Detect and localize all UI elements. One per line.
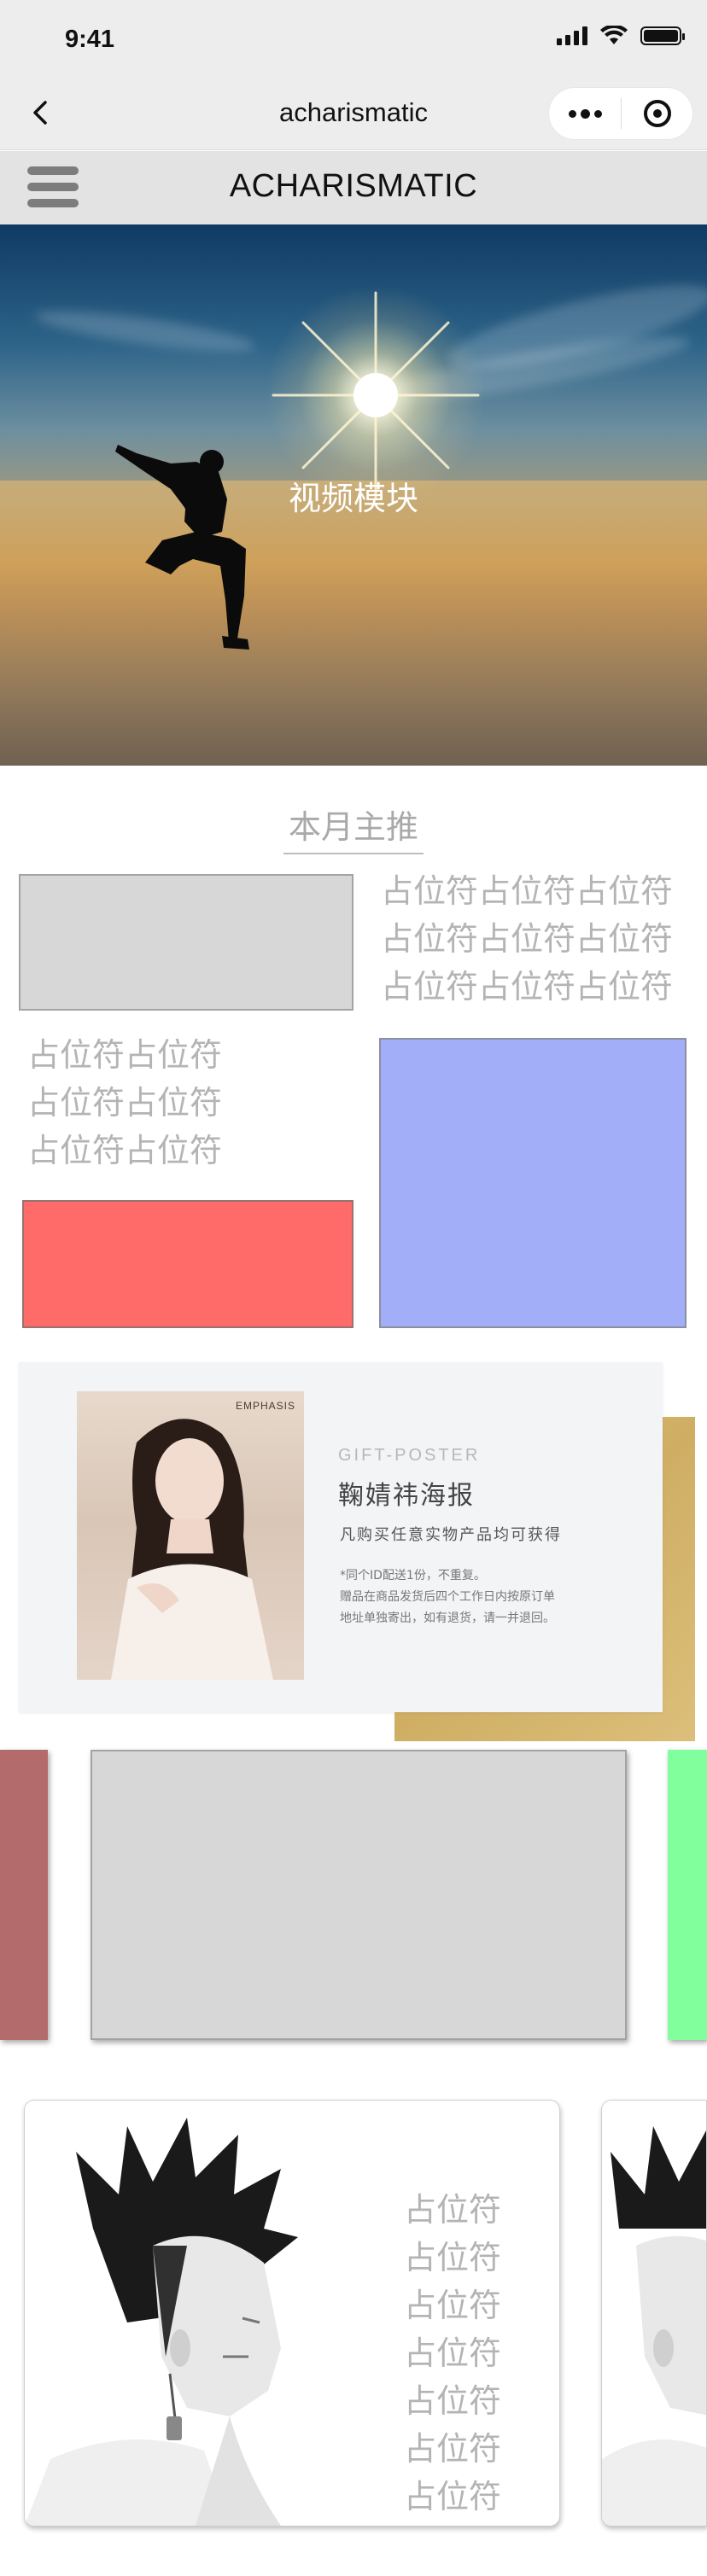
hero-video[interactable]: 视频模块 xyxy=(0,224,707,766)
placeholder-line: 占位符 xyxy=(404,2334,502,2372)
featured-red-box[interactable] xyxy=(22,1200,354,1328)
miniprogram-capsule xyxy=(548,87,693,140)
placeholder-line: 占位符 xyxy=(404,2287,502,2324)
skydiver-silhouette xyxy=(115,445,249,650)
status-bar: 9:41 xyxy=(0,0,707,77)
portrait-illustration xyxy=(25,2101,366,2526)
gift-poster-desc: 凡购买任意实物产品均可获得 xyxy=(340,1526,562,1544)
placeholder-line: 占位符占位符占位符 xyxy=(381,968,674,1005)
placeholder-line: 占位符占位符占位符 xyxy=(381,920,674,958)
profile-card-next[interactable] xyxy=(601,2100,707,2526)
placeholder-line: 占位符 xyxy=(404,2191,502,2229)
app-header: ACHARISMATIC xyxy=(0,151,707,224)
more-options-icon[interactable] xyxy=(549,88,621,139)
featured-image-placeholder[interactable] xyxy=(19,874,354,1011)
status-time: 9:41 xyxy=(65,26,115,53)
featured-text-left: 占位符占位符 占位符占位符 占位符占位符 xyxy=(27,1031,222,1174)
carousel-card-active[interactable] xyxy=(91,1750,627,2040)
profile-card-text: 占位符 占位符 占位符 占位符 占位符 占位符 占位符 xyxy=(404,2186,501,2521)
placeholder-line: 占位符 xyxy=(404,2382,502,2420)
placeholder-line: 占位符占位符 xyxy=(27,1084,223,1122)
portrait-illustration xyxy=(602,2101,706,2526)
featured-blue-box[interactable] xyxy=(379,1038,687,1328)
signal-icon xyxy=(557,26,587,45)
status-icons xyxy=(557,26,685,46)
placeholder-line: 占位符 xyxy=(404,2430,502,2468)
placeholder-line: 占位符 xyxy=(404,2239,502,2276)
wifi-icon xyxy=(600,26,628,44)
placeholder-line: 占位符占位符占位符 xyxy=(381,872,674,910)
nav-bar: acharismatic xyxy=(0,77,707,150)
section-title-text: 本月主推 xyxy=(283,801,424,854)
woman-portrait-illustration xyxy=(111,1419,273,1680)
gift-poster-label: GIFT-POSTER xyxy=(338,1446,481,1465)
featured-text-right: 占位符占位符占位符 占位符占位符占位符 占位符占位符占位符 xyxy=(381,867,673,1011)
note-line: 赠品在商品发货后四个工作日内按原订单 xyxy=(340,1590,555,1604)
carousel-card-prev[interactable] xyxy=(0,1750,48,2040)
note-line: *同个ID配送1份，不重复。 xyxy=(340,1569,486,1582)
cloud-streak xyxy=(33,303,257,359)
placeholder-line: 占位符 xyxy=(404,2478,502,2515)
video-caption: 视频模块 xyxy=(288,480,418,517)
close-miniprogram-button[interactable] xyxy=(622,88,692,139)
placeholder-line: 占位符占位符 xyxy=(27,1132,223,1169)
gift-poster-note: *同个ID配送1份，不重复。 赠品在商品发货后四个工作日内按原订单 地址单独寄出… xyxy=(340,1565,630,1629)
carousel-card-next[interactable] xyxy=(668,1750,707,2040)
target-icon xyxy=(643,100,671,127)
note-line: 地址单独寄出，如有退货，请一并退回。 xyxy=(340,1611,555,1625)
battery-icon xyxy=(640,26,685,45)
section-title: 本月主推 xyxy=(0,801,707,854)
placeholder-line: 占位符占位符 xyxy=(27,1036,223,1074)
brand-title: ACHARISMATIC xyxy=(229,168,478,204)
profile-card[interactable]: 占位符 占位符 占位符 占位符 占位符 占位符 占位符 xyxy=(24,2100,560,2526)
gift-poster-title: 鞠婧祎海报 xyxy=(338,1481,475,1511)
cloud-sea xyxy=(0,481,707,766)
poster-photo: EMPHASIS xyxy=(77,1391,304,1680)
